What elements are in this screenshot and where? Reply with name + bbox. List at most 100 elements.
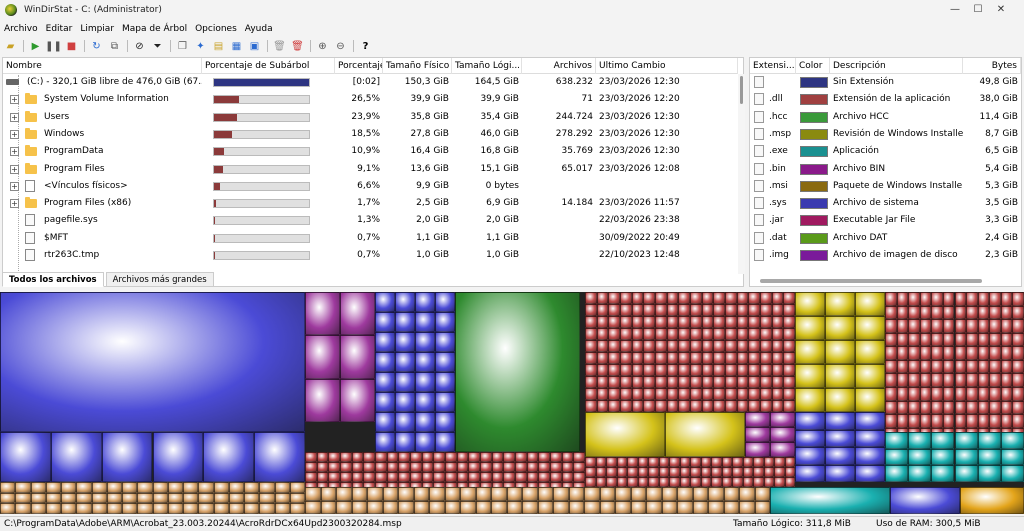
header-nombre[interactable]: Nombre bbox=[3, 58, 202, 74]
treemap-tile[interactable] bbox=[977, 432, 1001, 449]
treemap-tile[interactable] bbox=[382, 487, 398, 501]
treemap-tile[interactable] bbox=[515, 452, 527, 462]
treemap-tile[interactable] bbox=[340, 292, 375, 336]
treemap-tile[interactable] bbox=[977, 292, 990, 306]
treemap-tile[interactable] bbox=[435, 372, 455, 392]
treemap-tile[interactable] bbox=[648, 457, 659, 467]
treemap-tile[interactable] bbox=[655, 364, 667, 376]
treemap-tile[interactable] bbox=[736, 292, 749, 304]
treemap-tile[interactable] bbox=[760, 328, 772, 340]
treemap-tile[interactable] bbox=[198, 492, 214, 504]
treemap-tile[interactable] bbox=[736, 304, 749, 316]
treemap-tile[interactable] bbox=[515, 472, 527, 482]
treemap-tile[interactable] bbox=[908, 292, 920, 306]
expand-toggle[interactable]: + bbox=[10, 164, 19, 174]
treemap-tile[interactable] bbox=[1012, 414, 1024, 428]
treemap-tile[interactable] bbox=[620, 376, 632, 388]
treemap-tile[interactable] bbox=[855, 412, 885, 430]
treemap-tile[interactable] bbox=[620, 340, 632, 352]
menu-opciones[interactable]: Opciones bbox=[191, 24, 241, 34]
treemap-tile[interactable] bbox=[771, 340, 784, 352]
treemap-tile[interactable] bbox=[655, 400, 667, 412]
treemap-tile[interactable] bbox=[954, 448, 978, 466]
treemap-tile[interactable] bbox=[690, 388, 702, 400]
treemap-tile[interactable] bbox=[855, 364, 885, 388]
treemap-tile[interactable] bbox=[713, 376, 725, 388]
treemap-tile[interactable] bbox=[1000, 448, 1024, 466]
header-extension[interactable]: Extensi... bbox=[750, 58, 796, 74]
treemap-tile[interactable] bbox=[745, 427, 770, 442]
menu-editar[interactable]: Editar bbox=[42, 24, 77, 34]
treemap-tile[interactable] bbox=[415, 352, 435, 372]
treemap-tile[interactable] bbox=[244, 503, 260, 514]
treemap-tile[interactable] bbox=[585, 400, 597, 412]
treemap-tile[interactable] bbox=[942, 359, 955, 374]
treemap-tile[interactable] bbox=[977, 373, 990, 387]
treemap-tile[interactable] bbox=[550, 462, 562, 472]
treemap-tile[interactable] bbox=[395, 312, 415, 332]
treemap-tile[interactable] bbox=[754, 500, 770, 514]
treemap-tile[interactable] bbox=[122, 482, 138, 493]
treemap-tile[interactable] bbox=[596, 316, 609, 328]
treemap-tile[interactable] bbox=[340, 452, 352, 462]
treemap-tile[interactable] bbox=[784, 477, 795, 487]
treemap-tile[interactable] bbox=[966, 387, 978, 401]
expand-toggle[interactable]: + bbox=[10, 199, 19, 209]
expand-toggle[interactable]: + bbox=[10, 129, 19, 139]
treemap-tile[interactable] bbox=[713, 292, 725, 304]
treemap-tile[interactable] bbox=[966, 292, 978, 306]
treemap-tile[interactable] bbox=[203, 432, 255, 482]
treemap-tile[interactable] bbox=[305, 335, 340, 379]
treemap-tile[interactable] bbox=[415, 292, 435, 312]
stop-icon[interactable]: ■ bbox=[64, 39, 79, 53]
extension-row[interactable]: .sys Archivo de sistema 3,5 GiB bbox=[750, 195, 1021, 212]
treemap-tile[interactable] bbox=[825, 316, 855, 340]
treemap-tile[interactable] bbox=[954, 359, 967, 374]
treemap-tile[interactable] bbox=[708, 487, 724, 501]
treemap-tile[interactable] bbox=[336, 500, 352, 514]
treemap-tile[interactable] bbox=[736, 388, 749, 400]
treemap-tile[interactable] bbox=[721, 467, 732, 477]
treemap-tile[interactable] bbox=[15, 503, 31, 514]
treemap-tile[interactable] bbox=[305, 500, 321, 514]
treemap-tile[interactable] bbox=[954, 346, 967, 360]
treemap-tile[interactable] bbox=[754, 487, 770, 501]
treemap-tile[interactable] bbox=[771, 316, 784, 328]
treemap-tile[interactable] bbox=[646, 500, 662, 514]
treemap-tile[interactable] bbox=[1000, 346, 1013, 360]
treemap-tile[interactable] bbox=[713, 364, 725, 376]
treemap-tile[interactable] bbox=[445, 472, 457, 482]
treemap-tile[interactable] bbox=[908, 319, 920, 333]
treemap-tile[interactable] bbox=[919, 414, 932, 428]
treemap-tile[interactable] bbox=[631, 376, 644, 388]
tree-row[interactable]: + System Volume Information 26,5% 39,9 GiB 3… bbox=[3, 91, 738, 108]
treemap-tile[interactable] bbox=[106, 492, 122, 504]
treemap-tile[interactable] bbox=[908, 400, 920, 415]
treemap-tile[interactable] bbox=[701, 376, 714, 388]
treemap-tile[interactable] bbox=[665, 412, 745, 457]
treemap-tile[interactable] bbox=[713, 328, 725, 340]
tree-row[interactable]: pagefile.sys 1,3% 2,0 GiB 2,0 GiB 22/03/2026… bbox=[3, 212, 738, 229]
treemap-tile[interactable] bbox=[585, 316, 597, 328]
treemap-tile[interactable] bbox=[795, 464, 825, 482]
treemap-tile[interactable] bbox=[908, 432, 932, 449]
treemap-tile[interactable] bbox=[942, 400, 955, 415]
treemap-tile[interactable] bbox=[931, 387, 943, 401]
treemap-tile[interactable] bbox=[630, 487, 646, 501]
treemap-tile[interactable] bbox=[526, 472, 539, 482]
treemap-tile[interactable] bbox=[885, 465, 909, 482]
treemap-tile[interactable] bbox=[855, 340, 885, 364]
treemap-tile[interactable] bbox=[608, 364, 620, 376]
treemap-tile[interactable] bbox=[167, 503, 183, 514]
treemap-tile[interactable] bbox=[491, 487, 507, 501]
treemap-tile[interactable] bbox=[316, 462, 329, 472]
treemap-tile[interactable] bbox=[725, 364, 737, 376]
treemap-tile[interactable] bbox=[742, 477, 753, 487]
treemap-tile[interactable] bbox=[885, 414, 897, 428]
treemap-tile[interactable] bbox=[748, 352, 760, 364]
treemap[interactable] bbox=[0, 292, 1024, 514]
treemap-tile[interactable] bbox=[655, 304, 667, 316]
treemap-tile[interactable] bbox=[340, 378, 375, 422]
treemap-tile[interactable] bbox=[919, 332, 932, 347]
treemap-tile[interactable] bbox=[678, 364, 690, 376]
